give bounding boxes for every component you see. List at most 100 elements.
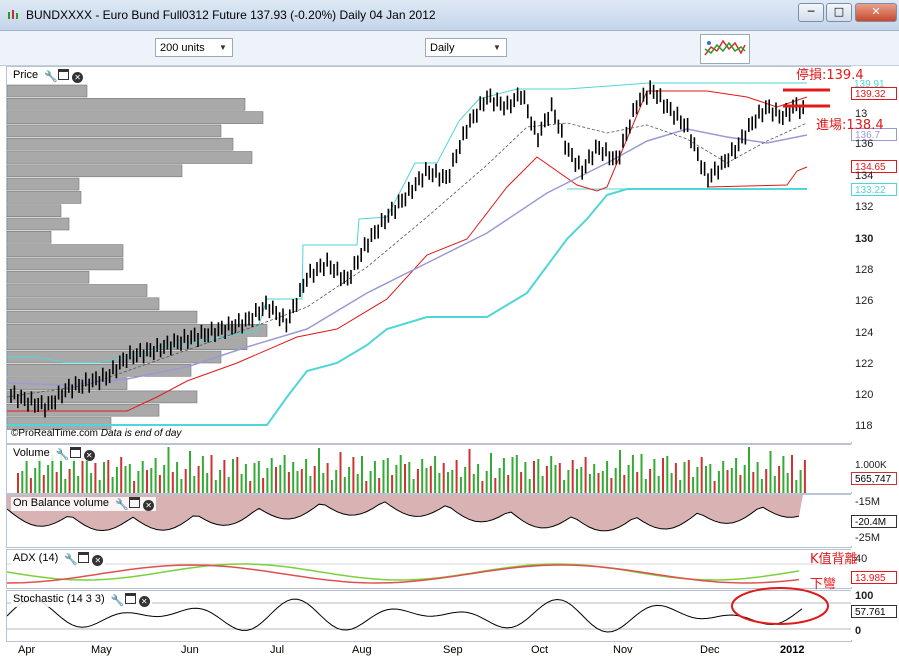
k-divergence-annotation: K值背離 [810, 552, 858, 567]
window-icon[interactable] [78, 552, 90, 563]
volume-bar [90, 473, 93, 493]
volume-profile-bar [7, 111, 264, 124]
wrench-icon[interactable]: 🔧 [64, 553, 78, 566]
volume-panel: Volume 🔧 ✕ [6, 444, 852, 494]
copyright-text: ©ProRealTime.com [11, 428, 99, 439]
volume-bar [21, 471, 24, 493]
wrench-icon[interactable]: 🔧 [115, 498, 129, 511]
volume-bar [533, 461, 535, 493]
wrench-icon[interactable]: 🔧 [44, 70, 58, 83]
volume-profile-bar [7, 244, 124, 257]
volume-bar [227, 477, 230, 493]
volume-bar [115, 467, 118, 493]
window-icon[interactable] [129, 497, 141, 508]
close-icon[interactable]: ✕ [72, 72, 84, 83]
volume-profile-bar [7, 151, 253, 164]
volume-bar [425, 468, 428, 493]
volume-profile-bar [7, 204, 62, 217]
volume-bar [571, 460, 574, 493]
volume-bar [748, 447, 750, 493]
volume-bar [619, 450, 621, 493]
volume-bar [631, 455, 634, 493]
month-label: Aug [352, 644, 372, 656]
volume-bar [85, 456, 88, 493]
indicators-button[interactable] [700, 34, 750, 64]
volume-bar [498, 468, 501, 493]
obv-panel: On Balance volume 🔧 ✕ [6, 494, 852, 548]
wrench-icon[interactable]: 🔧 [111, 594, 125, 607]
wrench-icon[interactable]: 🔧 [56, 448, 70, 461]
volume-bar [219, 470, 222, 493]
price-tick: 134 [855, 170, 874, 182]
volume-bar [541, 476, 544, 493]
price-tick: 132 [855, 201, 874, 213]
close-icon[interactable]: ✕ [92, 555, 104, 566]
adx-tag: 13.985 [851, 571, 897, 584]
volume-profile-bar [7, 177, 80, 191]
volume-bar [68, 469, 71, 493]
maximize-button[interactable]: □ [826, 3, 852, 22]
volume-bar [601, 471, 604, 493]
volume-bar [666, 456, 669, 493]
price-tick: 136 [855, 138, 874, 150]
units-select[interactable]: 200 units ▼ [155, 38, 233, 57]
volume-bar [47, 465, 50, 493]
close-icon[interactable]: ✕ [138, 596, 150, 607]
period-select[interactable]: Daily ▼ [425, 38, 507, 57]
month-label: Nov [613, 644, 633, 656]
volume-bar [623, 475, 626, 493]
volume-bar [739, 475, 742, 493]
volume-bar [597, 473, 600, 493]
volume-bar [515, 455, 518, 493]
minimize-button[interactable]: ─ [798, 3, 824, 22]
volume-bar [760, 479, 763, 493]
window-icon[interactable] [58, 69, 70, 80]
units-select-value: 200 units [160, 42, 205, 54]
volume-bar [29, 478, 32, 493]
volume-profile-bar [7, 257, 124, 271]
volume-bar [300, 469, 303, 493]
volume-bar [318, 448, 320, 493]
close-icon[interactable]: ✕ [83, 450, 95, 461]
price-panel-header: Price 🔧 ✕ [11, 69, 86, 83]
volume-bar [580, 467, 583, 493]
volume-bar [481, 481, 484, 493]
k-bend-annotation: 下彎 [810, 577, 837, 592]
window-titlebar: BUNDXXXX - Euro Bund Full0312 Future 137… [0, 0, 899, 31]
volume-bar [154, 458, 157, 493]
volume-bar [214, 480, 217, 493]
volume-bar [128, 464, 131, 493]
volume-bar [72, 459, 75, 493]
volume-bar [42, 475, 45, 493]
volume-profile-bar [7, 284, 148, 297]
volume-bar [120, 457, 123, 493]
price-tick: 128 [855, 264, 874, 276]
window-icon[interactable] [69, 447, 81, 458]
volume-bar [490, 453, 492, 493]
volume-bar [313, 466, 316, 493]
volume-bar [103, 462, 105, 493]
copyright-note: ©ProRealTime.com Data is end of day [11, 428, 181, 439]
volume-bar [670, 473, 673, 493]
volume-bar [236, 457, 239, 493]
volume-bar [786, 473, 789, 493]
volume-bar [180, 479, 183, 493]
volume-bar [773, 476, 776, 493]
window-icon[interactable] [124, 593, 136, 604]
volume-bar [554, 465, 557, 493]
volume-bar [133, 481, 136, 493]
volume-bar [640, 454, 643, 493]
volume-bar [649, 469, 652, 493]
volume-bar [472, 474, 475, 493]
close-button[interactable]: ✕ [855, 3, 897, 22]
volume-bar [769, 451, 772, 493]
volume-bar [429, 466, 432, 493]
adx-panel-label: ADX (14) [13, 552, 59, 564]
volume-bar [369, 471, 372, 493]
volume-bar [137, 471, 140, 493]
close-icon[interactable]: ✕ [143, 500, 155, 511]
volume-bar [399, 455, 402, 493]
volume-profile-bar [7, 137, 234, 151]
volume-bar [756, 462, 759, 493]
volume-bar [674, 463, 677, 493]
